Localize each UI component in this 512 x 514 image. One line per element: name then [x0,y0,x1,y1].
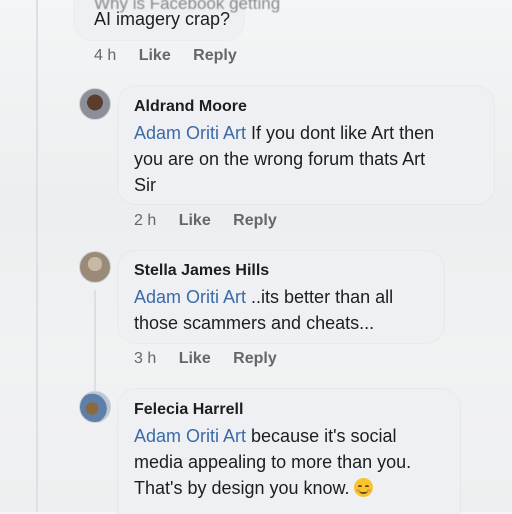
comment-text: those scammers and cheats... [134,313,375,333]
reply-button[interactable]: Reply [233,350,277,367]
comment-time: 2 h [134,212,157,229]
avatar-aldrand-moore[interactable] [79,88,111,120]
comment-line: That's by design you know. [134,475,373,501]
comment-meta: 2 h Like Reply [134,212,295,230]
reply-thread-line [94,290,96,400]
comment-author[interactable]: Aldrand Moore [134,98,247,116]
avatar-stella-james-hills[interactable] [79,251,111,283]
comment-text: because it's social [246,426,397,446]
like-button[interactable]: Like [139,47,171,64]
reply-button[interactable]: Reply [233,212,277,229]
comment-meta: 3 h Like Reply [134,350,295,368]
comment-text: AI imagery crap? [94,9,231,29]
comment-text: That's by design you know. [134,478,350,498]
mention-link[interactable]: Adam Oriti Art [134,123,246,143]
comment-author[interactable]: Felecia Harrell [134,401,243,419]
comment-text: you are on the wrong forum thats Art [134,149,426,169]
smiling-face-icon [353,478,373,497]
comment-author[interactable]: Stella James Hills [134,262,269,280]
comment-text: media appealing to more than you. [134,452,412,472]
comment-text: If you dont like Art then [246,123,435,143]
mention-link[interactable]: Adam Oriti Art [134,426,246,446]
thread-line [36,0,38,512]
comment-line: Adam Oriti Art ..its better than all [134,284,393,310]
reply-button[interactable]: Reply [193,47,237,64]
mention-link[interactable]: Adam Oriti Art [134,287,246,307]
comment-time: 3 h [134,350,157,367]
comment-line: Adam Oriti Art If you dont like Art then [134,120,434,146]
comment-time: 4 h [94,47,117,64]
avatar-felecia-harrell[interactable] [79,391,111,423]
comment-text: ..its better than all [246,287,394,307]
like-button[interactable]: Like [179,212,211,229]
like-button[interactable]: Like [179,350,211,367]
comment-line: Adam Oriti Art because it's social [134,423,397,449]
comment-meta: 4 h Like Reply [94,47,255,65]
comment-text: Sir [134,175,156,195]
